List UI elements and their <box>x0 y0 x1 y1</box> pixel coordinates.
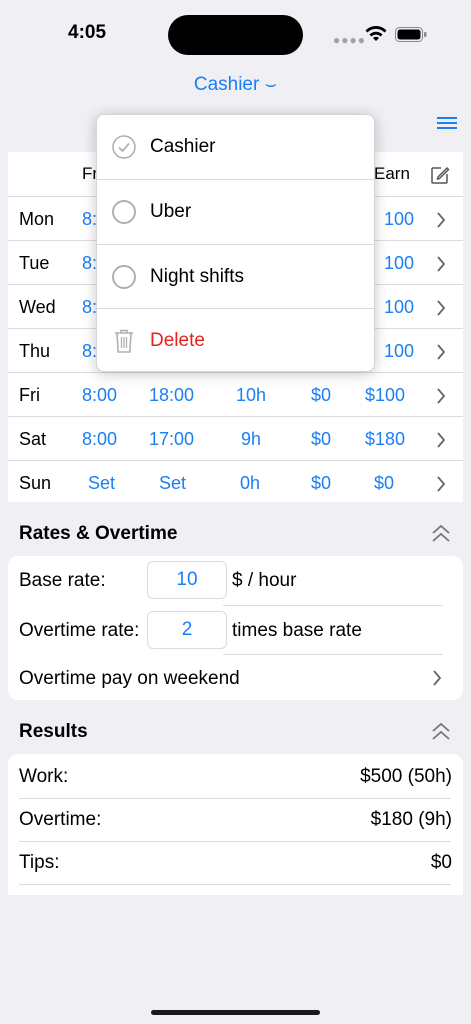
chevron-right-icon[interactable] <box>432 670 442 686</box>
tips-value[interactable]: $0 <box>311 473 331 494</box>
cellular-signal-icon: ●●●● <box>333 33 366 47</box>
start-time[interactable]: 8: <box>82 297 97 318</box>
results-card: Work: $500 (50h) Overtime: $180 (9h) Tip… <box>8 754 463 895</box>
row-divider <box>19 884 451 885</box>
overtime-rate-label: Overtime rate: <box>19 620 140 641</box>
day-label: Sun <box>19 473 52 493</box>
start-time[interactable]: Set <box>88 473 115 494</box>
tips-value[interactable]: $0 <box>311 429 331 450</box>
overtime-label: Overtime: <box>19 809 102 830</box>
chevron-right-icon[interactable] <box>436 344 446 360</box>
tips-label: Tips: <box>19 852 60 873</box>
delete-label: Delete <box>150 330 205 351</box>
base-rate-input[interactable]: 10 <box>147 561 227 599</box>
end-time[interactable]: 17:00 <box>149 429 194 450</box>
radio-circle-icon <box>112 200 136 224</box>
overtime-rate-unit: times base rate <box>232 620 362 641</box>
end-time[interactable]: 18:00 <box>149 385 194 406</box>
day-label: Fri <box>19 385 40 405</box>
overtime-rate-input[interactable]: 2 <box>147 611 227 649</box>
start-time[interactable]: 8: <box>82 341 97 362</box>
earn-value: $180 <box>365 429 406 449</box>
row-divider <box>223 654 443 655</box>
column-header-earn: Earn <box>374 164 410 183</box>
base-rate-label: Base rate: <box>19 570 106 591</box>
day-label: Thu <box>19 341 51 361</box>
end-time[interactable]: Set <box>159 473 186 494</box>
checkmark-circle-icon <box>112 135 136 159</box>
edit-icon[interactable] <box>430 165 450 185</box>
earn-value: 100 <box>384 297 415 317</box>
rates-section-title: Rates & Overtime <box>19 523 178 544</box>
chevron-right-icon[interactable] <box>436 432 446 448</box>
start-time[interactable]: 8: <box>82 209 97 230</box>
rates-card: Base rate: 10 $ / hour Overtime rate: 2 … <box>8 556 463 700</box>
hours-value: 0h <box>240 473 261 493</box>
radio-circle-icon <box>112 265 136 289</box>
overtime-value: $180 (9h) <box>370 809 452 830</box>
chevron-right-icon[interactable] <box>436 388 446 404</box>
earn-value: $0 <box>374 473 395 493</box>
menu-item-cashier[interactable]: Cashier <box>97 115 374 179</box>
chevron-right-icon[interactable] <box>436 212 446 228</box>
menu-item-label: Cashier <box>150 136 216 157</box>
row-divider <box>19 798 451 799</box>
chevron-right-icon[interactable] <box>436 300 446 316</box>
start-time[interactable]: 8:00 <box>82 429 117 450</box>
battery-icon <box>395 27 427 42</box>
tips-value[interactable]: $0 <box>311 385 331 406</box>
home-indicator[interactable] <box>151 1010 320 1015</box>
base-rate-unit: $ / hour <box>232 570 297 591</box>
profile-dropdown-menu: Cashier Uber Night shifts Delete <box>96 114 375 372</box>
day-label: Tue <box>19 253 50 273</box>
row-divider <box>19 841 451 842</box>
status-time: 4:05 <box>68 22 107 43</box>
tips-total-value: $0 <box>430 852 452 873</box>
dynamic-island <box>168 15 303 55</box>
collapse-chevrons-icon[interactable] <box>430 524 452 544</box>
menu-item-uber[interactable]: Uber <box>97 180 374 244</box>
day-row-sat[interactable]: Sat 8:00 17:00 9h $0 $180 <box>8 416 463 460</box>
earn-value: $100 <box>365 385 406 405</box>
collapse-chevrons-icon[interactable] <box>430 722 452 742</box>
day-label: Sat <box>19 429 47 449</box>
day-row-sun[interactable]: Sun Set Set 0h $0 $0 <box>8 460 463 504</box>
day-row-fri[interactable]: Fri 8:00 18:00 10h $0 $100 <box>8 372 463 416</box>
profile-title-button[interactable]: Cashier ⌣ <box>0 74 471 96</box>
trash-icon <box>115 329 133 353</box>
menu-item-label: Uber <box>150 201 192 222</box>
results-section-title: Results <box>19 721 88 742</box>
status-bar: 4:05 ●●●● <box>0 0 471 60</box>
hours-value: 9h <box>241 429 262 449</box>
start-time[interactable]: 8:00 <box>82 385 117 406</box>
wifi-icon <box>365 26 387 41</box>
overtime-weekend-label[interactable]: Overtime pay on weekend <box>19 668 240 690</box>
chevron-right-icon[interactable] <box>436 476 446 492</box>
menu-icon[interactable] <box>437 117 457 131</box>
day-label: Mon <box>19 209 55 229</box>
menu-item-delete[interactable]: Delete <box>97 309 374 373</box>
start-time[interactable]: 8: <box>82 253 97 274</box>
chevron-right-icon[interactable] <box>436 256 446 272</box>
day-label: Wed <box>19 297 56 317</box>
earn-value: 100 <box>384 253 415 273</box>
earn-value: 100 <box>384 209 415 229</box>
menu-item-night-shifts[interactable]: Night shifts <box>97 245 374 309</box>
hours-value: 10h <box>236 385 267 405</box>
row-divider <box>223 605 443 606</box>
work-value: $500 (50h) <box>360 766 452 787</box>
work-label: Work: <box>19 766 69 787</box>
menu-item-label: Night shifts <box>150 266 244 287</box>
earn-value: 100 <box>384 341 415 361</box>
